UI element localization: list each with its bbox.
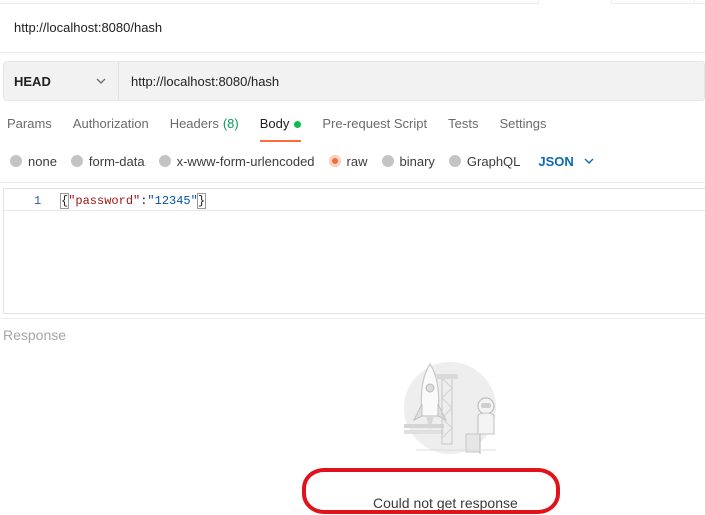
json-key: "password": [68, 194, 141, 208]
body-type-selector: none form-data x-www-form-urlencoded raw…: [10, 152, 596, 170]
body-type-binary[interactable]: binary: [381, 153, 435, 169]
response-label: Response: [3, 327, 67, 343]
tab-tests[interactable]: Tests: [448, 116, 478, 142]
option-label: form-data: [88, 153, 145, 169]
tab-label: Body: [259, 116, 290, 131]
active-indicator-dot: [294, 121, 302, 128]
chevron-down-icon: [582, 154, 596, 168]
json-value: "12345": [147, 194, 198, 208]
headers-count: (8): [222, 116, 239, 131]
request-tabs: Params Authorization Headers (8) Body Pre…: [7, 116, 567, 142]
option-label: raw: [346, 153, 368, 169]
divider: [0, 182, 705, 183]
request-title: http://localhost:8080/hash: [14, 20, 163, 35]
radio-button[interactable]: [381, 155, 394, 167]
tab-label: Settings: [499, 116, 547, 131]
option-label: none: [28, 153, 57, 169]
radio-button[interactable]: [70, 155, 83, 167]
chevron-down-icon: [94, 74, 108, 88]
method-label: HEAD: [14, 73, 51, 89]
radio-button[interactable]: [448, 155, 461, 167]
language-select[interactable]: JSON: [538, 154, 595, 169]
tab-authorization[interactable]: Authorization: [73, 116, 149, 142]
body-editor[interactable]: 1 {"password":"12345"}: [3, 188, 705, 314]
line-number: 1: [34, 194, 42, 208]
tab-settings[interactable]: Settings: [499, 116, 546, 142]
highlight-annotation: [302, 468, 560, 514]
body-type-urlencoded[interactable]: x-www-form-urlencoded: [158, 153, 315, 169]
tab-headers[interactable]: Headers (8): [170, 116, 239, 142]
tab-label: Tests: [448, 116, 479, 131]
radio-button[interactable]: [10, 155, 22, 167]
divider: [0, 318, 705, 319]
body-type-graphql[interactable]: GraphQL: [448, 153, 521, 169]
language-label: JSON: [538, 153, 574, 169]
body-type-form-data[interactable]: form-data: [70, 153, 145, 169]
method-select[interactable]: HEAD: [4, 62, 119, 100]
code-line[interactable]: {"password":"12345"}: [59, 193, 207, 209]
body-type-raw[interactable]: raw: [328, 153, 368, 169]
option-label: x-www-form-urlencoded: [176, 153, 315, 169]
tab-body[interactable]: Body: [259, 116, 302, 142]
rocket-astronaut-illustration: [386, 354, 516, 461]
tab-params[interactable]: Params: [7, 116, 52, 142]
url-input[interactable]: [119, 62, 704, 100]
radio-button[interactable]: [158, 155, 171, 167]
tab-label: Authorization: [72, 116, 149, 131]
divider: [0, 52, 705, 53]
tab-pre-request-script[interactable]: Pre-request Script: [322, 116, 427, 142]
tab-label: Pre-request Script: [322, 116, 428, 131]
url-bar: HEAD: [3, 61, 705, 101]
option-label: GraphQL: [466, 153, 521, 169]
tab-label: Params: [7, 116, 52, 131]
tab-label: Headers: [169, 116, 219, 131]
radio-button-selected[interactable]: [328, 155, 341, 167]
close-brace: }: [196, 193, 207, 209]
request-tab[interactable]: [538, 0, 612, 4]
new-tab-area[interactable]: [694, 0, 705, 4]
option-label: binary: [399, 153, 435, 169]
body-type-none[interactable]: none: [10, 154, 57, 169]
